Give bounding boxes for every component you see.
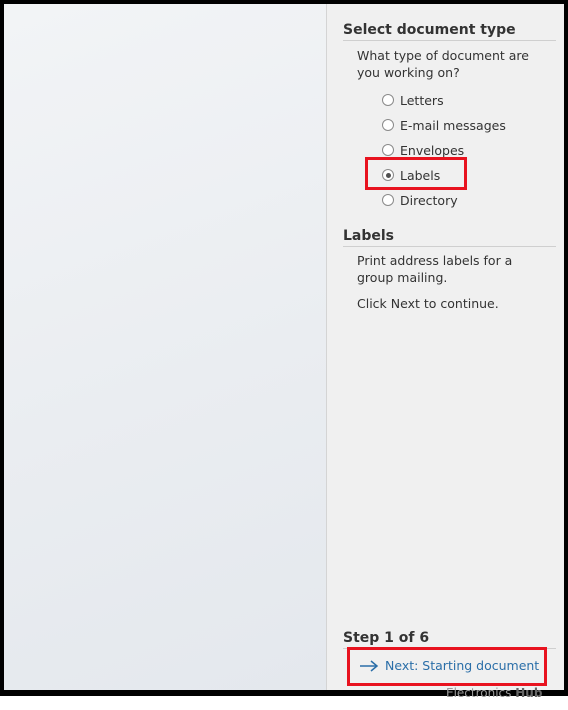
- watermark-bold-text: Hub: [515, 686, 543, 700]
- window-frame: Select document type What type of docume…: [0, 0, 568, 696]
- labels-highlight-box: [365, 157, 467, 190]
- radio-label: Envelopes: [400, 142, 465, 158]
- document-type-question: What type of document are you working on…: [357, 48, 529, 80]
- document-area: [4, 4, 326, 690]
- next-link-highlight-box: [347, 647, 547, 686]
- radio-button[interactable]: [382, 144, 394, 156]
- radio-label: E-mail messages: [400, 117, 506, 133]
- labels-description: Print address labels for a group mailing…: [357, 253, 513, 285]
- radio-button[interactable]: [382, 194, 394, 206]
- radio-label: Letters: [400, 92, 444, 108]
- watermark-text: Electronics: [446, 686, 512, 700]
- radio-button[interactable]: [382, 94, 394, 106]
- watermark: Electronics Hub: [446, 686, 542, 700]
- radio-label: Directory: [400, 192, 458, 208]
- labels-heading: Labels: [343, 228, 556, 247]
- radio-letters[interactable]: Letters: [382, 90, 444, 110]
- radio-button[interactable]: [382, 119, 394, 131]
- mail-merge-pane: Select document type What type of docume…: [326, 4, 564, 690]
- select-document-type-heading: Select document type: [343, 22, 556, 41]
- labels-instruction: Click Next to continue.: [357, 296, 499, 311]
- radio-email-messages[interactable]: E-mail messages: [382, 115, 506, 135]
- radio-directory[interactable]: Directory: [382, 190, 458, 210]
